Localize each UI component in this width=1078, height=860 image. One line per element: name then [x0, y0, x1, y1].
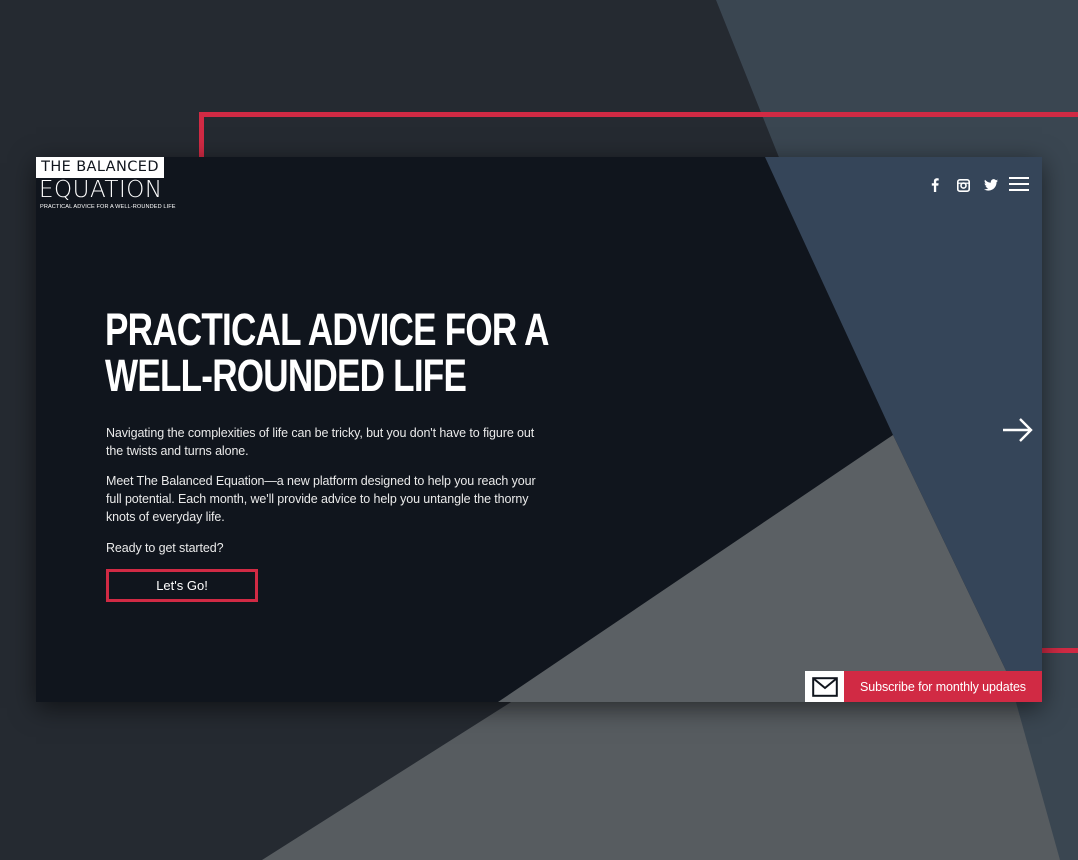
lets-go-button[interactable]: Let's Go!: [106, 569, 258, 602]
facebook-icon[interactable]: [926, 177, 944, 193]
intro-paragraph: Navigating the complexities of life can …: [106, 426, 535, 458]
logo-line-1: THE BALANCED: [36, 157, 164, 178]
hero-title: PRACTICAL ADVICE FOR A WELL-ROUNDED LIFE: [105, 304, 549, 401]
envelope-icon: [805, 671, 844, 702]
subscribe-button[interactable]: Subscribe for monthly updates: [805, 671, 1042, 702]
logo-line-2: EQUATION: [39, 177, 163, 203]
social-links: [926, 177, 1000, 193]
twitter-icon[interactable]: [982, 177, 1000, 193]
ready-prompt: Ready to get started?: [106, 541, 224, 555]
logo-tagline: PRACTICAL ADVICE FOR A WELL-ROUNDED LIFE: [40, 204, 176, 210]
brand-logo[interactable]: THE BALANCED EQUATION PRACTICAL ADVICE F…: [36, 157, 175, 215]
arrow-right-icon[interactable]: [1002, 417, 1034, 443]
subscribe-label: Subscribe for monthly updates: [844, 671, 1042, 702]
instagram-icon[interactable]: [954, 177, 972, 193]
landing-card: THE BALANCED EQUATION PRACTICAL ADVICE F…: [36, 157, 1042, 702]
platform-paragraph: Meet The Balanced Equation—a new platfor…: [106, 474, 536, 524]
hero-title-line-2: WELL-ROUNDED LIFE: [105, 350, 467, 401]
hamburger-menu-icon[interactable]: [1009, 177, 1029, 193]
hero-title-line-1: PRACTICAL ADVICE FOR A: [105, 304, 549, 355]
